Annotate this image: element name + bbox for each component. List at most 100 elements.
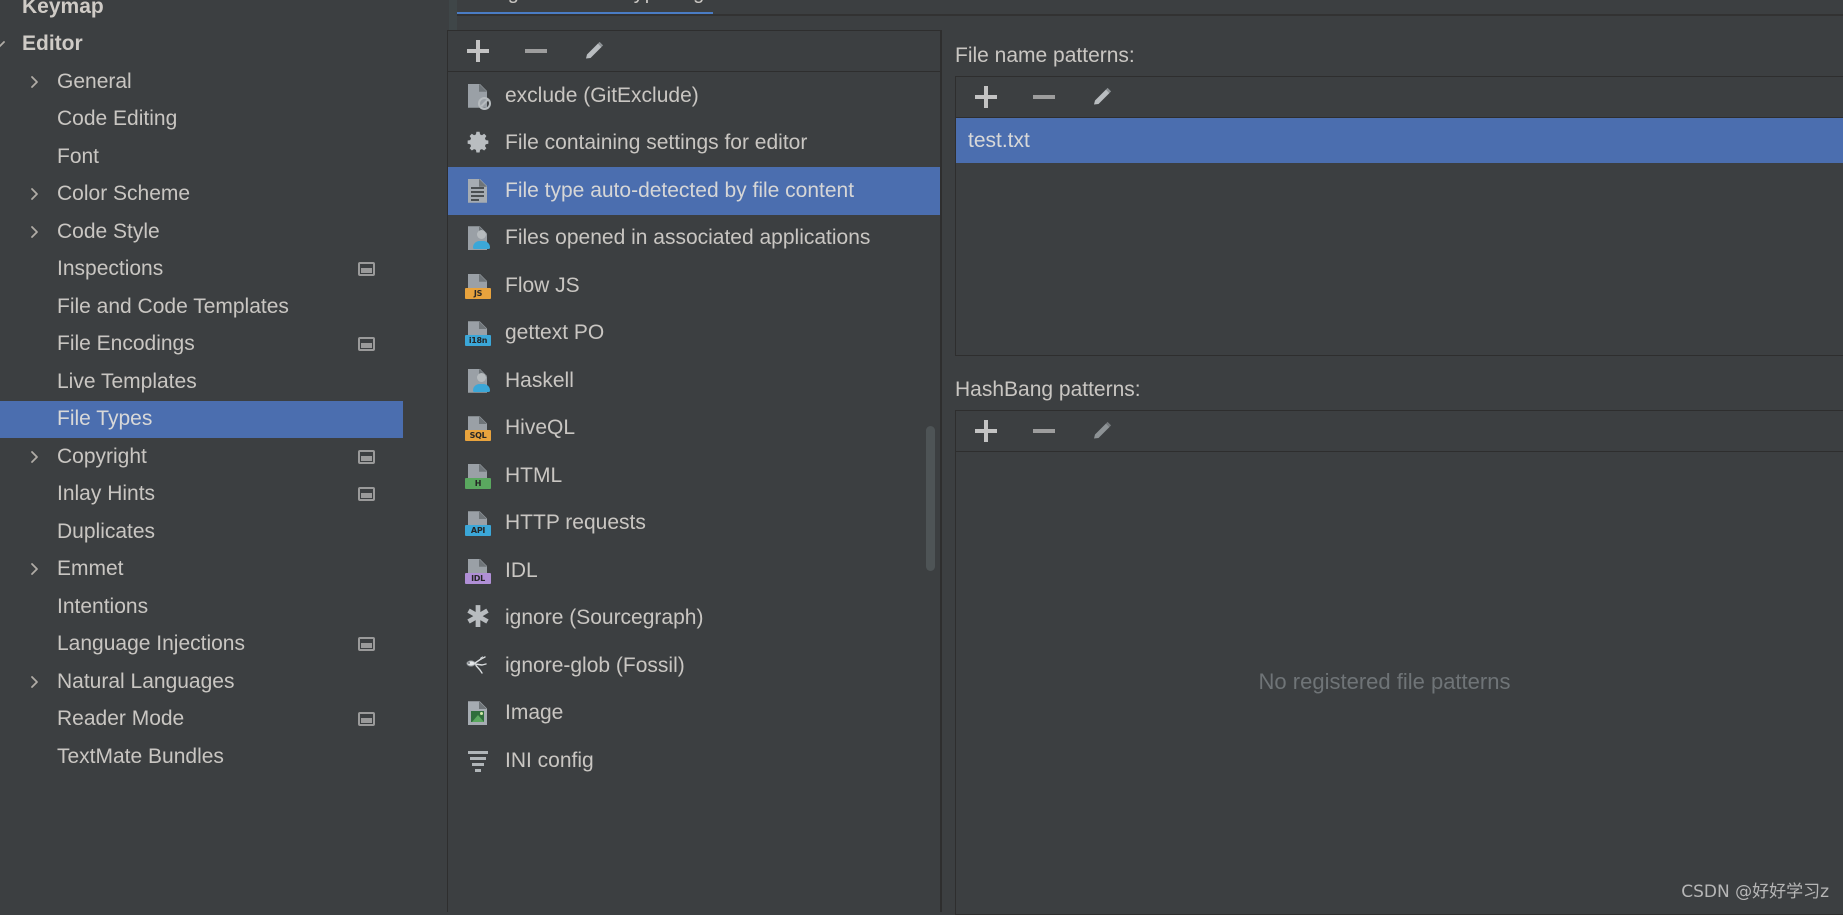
sidebar-item-general[interactable]: General	[0, 63, 403, 101]
ini-config-icon	[465, 747, 491, 775]
settings-tree-sidebar[interactable]: Keymap Editor General Code Editing Font Color…	[0, 0, 403, 912]
sidebar-item-inspections[interactable]: Inspections	[0, 251, 403, 289]
sidebar-item-file-types[interactable]: File Types	[0, 400, 403, 438]
sidebar-item-intentions[interactable]: Intentions	[0, 588, 403, 626]
filetype-list-item[interactable]: JS Flow JS	[448, 262, 940, 310]
file-name-pattern-value: test.txt	[968, 128, 1030, 152]
filetype-list-item[interactable]: i18n gettext PO	[448, 310, 940, 358]
chevron-right-icon[interactable]	[23, 674, 45, 690]
sidebar-item-color-scheme[interactable]: Color Scheme	[0, 176, 403, 214]
js-file-icon: JS	[465, 272, 491, 300]
plus-icon	[975, 420, 997, 442]
sidebar-item-label: File Encodings	[57, 332, 195, 356]
sidebar-item-font[interactable]: Font	[0, 138, 403, 176]
sidebar-item-label: Reader Mode	[57, 707, 185, 731]
filetype-list-item[interactable]: exclude (GitExclude)	[448, 72, 940, 120]
remove-hashbang-pattern-button[interactable]	[1026, 416, 1062, 446]
sidebar-divider	[403, 0, 413, 912]
tabstrip-baseline	[457, 14, 1843, 16]
hashbang-patterns-list[interactable]: No registered file patterns	[956, 452, 1843, 912]
filetype-list-item[interactable]: File type auto-detected by file content	[448, 167, 940, 215]
project-scope-icon	[358, 487, 375, 502]
sidebar-item-emmet[interactable]: Emmet	[0, 551, 403, 589]
add-hashbang-pattern-button[interactable]	[968, 416, 1004, 446]
project-scope-icon	[358, 262, 375, 277]
filetype-list-item[interactable]: ignore-glob (Fossil)	[448, 642, 940, 690]
sidebar-item-live-templates[interactable]: Live Templates	[0, 363, 403, 401]
sidebar-item-label: Copyright	[57, 444, 147, 468]
filetypes-toolbar	[448, 31, 940, 72]
file-name-patterns-box: test.txt	[955, 76, 1843, 356]
filetype-label: HTTP requests	[505, 511, 646, 535]
filetype-list-item[interactable]: API HTTP requests	[448, 500, 940, 548]
sidebar-item-textmate-bundles[interactable]: TextMate Bundles	[0, 738, 403, 776]
sidebar-item-editor[interactable]: Editor	[0, 26, 403, 64]
filetype-list-item[interactable]: Haskell	[448, 357, 940, 405]
filetype-label: ignore-glob (Fossil)	[505, 653, 685, 677]
filetype-label: File containing settings for editor	[505, 131, 808, 155]
filetype-list-item[interactable]: ✱ ignore (Sourcegraph)	[448, 595, 940, 643]
asterisk-icon: ✱	[465, 601, 491, 635]
chevron-right-icon[interactable]	[23, 224, 45, 240]
chevron-right-icon[interactable]	[23, 449, 45, 465]
filetype-list-item[interactable]: INI config	[448, 737, 940, 785]
minus-icon	[1033, 429, 1055, 433]
fossil-icon	[465, 652, 491, 680]
file-name-pattern-item[interactable]: test.txt	[956, 118, 1843, 163]
add-filetype-button[interactable]	[460, 36, 496, 66]
project-scope-icon	[358, 449, 375, 464]
add-file-name-pattern-button[interactable]	[968, 82, 1004, 112]
sql-file-icon: SQL	[465, 414, 491, 442]
file-name-patterns-list[interactable]: test.txt	[956, 118, 1843, 163]
sidebar-item-label: Editor	[22, 32, 83, 56]
filetype-list-item[interactable]: IDL IDL	[448, 547, 940, 595]
sidebar-item-natural-languages[interactable]: Natural Languages	[0, 663, 403, 701]
sidebar-item-reader-mode[interactable]: Reader Mode	[0, 701, 403, 739]
sidebar-item-label: Intentions	[57, 594, 149, 618]
filetype-label: HiveQL	[505, 416, 576, 440]
chevron-right-icon[interactable]	[23, 74, 45, 90]
gear-icon	[465, 129, 491, 157]
filetype-list-item[interactable]: SQL HiveQL	[448, 405, 940, 453]
project-scope-icon	[358, 712, 375, 727]
filetype-label: INI config	[505, 748, 594, 772]
filetype-list-item[interactable]: Image	[448, 690, 940, 738]
sidebar-item-label: Keymap	[22, 0, 104, 18]
sidebar-item-label: Emmet	[57, 557, 124, 581]
recognized-file-types-panel: exclude (GitExclude) File containing sett…	[447, 30, 941, 912]
sidebar-item-file-encodings[interactable]: File Encodings	[0, 326, 403, 364]
filetype-label: Image	[505, 701, 564, 725]
project-scope-icon	[358, 637, 375, 652]
sidebar-item-label: Color Scheme	[57, 182, 191, 206]
project-scope-icon	[358, 337, 375, 352]
sidebar-item-code-editing[interactable]: Code Editing	[0, 101, 403, 139]
chevron-right-icon[interactable]	[23, 561, 45, 577]
remove-file-name-pattern-button[interactable]	[1026, 82, 1062, 112]
filetypes-scrollbar-thumb[interactable]	[926, 426, 935, 571]
associated-app-icon	[465, 367, 491, 395]
sidebar-item-copyright[interactable]: Copyright	[0, 438, 403, 476]
sidebar-item-keymap[interactable]: Keymap	[0, 0, 403, 26]
sidebar-item-inlay-hints[interactable]: Inlay Hints	[0, 476, 403, 514]
filetype-list-item[interactable]: H HTML	[448, 452, 940, 500]
remove-filetype-button[interactable]	[518, 36, 554, 66]
chevron-right-icon[interactable]	[23, 186, 45, 202]
sidebar-item-duplicates[interactable]: Duplicates	[0, 513, 403, 551]
text-document-icon	[465, 177, 491, 205]
chevron-down-icon[interactable]	[0, 36, 10, 52]
filetypes-list[interactable]: exclude (GitExclude) File containing sett…	[448, 72, 940, 912]
edit-hashbang-pattern-button[interactable]	[1084, 416, 1120, 446]
hashbang-patterns-box: No registered file patterns	[955, 410, 1843, 915]
sidebar-item-label: Live Templates	[57, 369, 197, 393]
pencil-icon	[582, 39, 606, 63]
sidebar-item-file-and-code-templates[interactable]: File and Code Templates	[0, 288, 403, 326]
filetype-list-item[interactable]: Files opened in associated applications	[448, 215, 940, 263]
sidebar-item-code-style[interactable]: Code Style	[0, 213, 403, 251]
hashbang-patterns-toolbar	[956, 411, 1843, 452]
filetype-label: HTML	[505, 463, 563, 487]
edit-filetype-button[interactable]	[576, 36, 612, 66]
sidebar-item-language-injections[interactable]: Language Injections	[0, 626, 403, 664]
filetype-label: ignore (Sourcegraph)	[505, 606, 704, 630]
filetype-list-item[interactable]: File containing settings for editor	[448, 120, 940, 168]
edit-file-name-pattern-button[interactable]	[1084, 82, 1120, 112]
